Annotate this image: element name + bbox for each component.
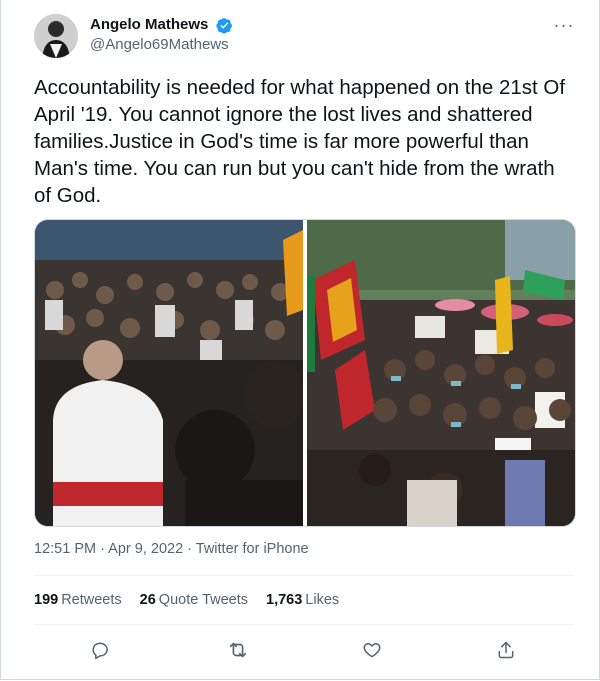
retweets-label: Retweets xyxy=(61,592,122,608)
tweet-stats: 199 Retweets 26 Quote Tweets 1,763 Likes xyxy=(34,592,339,608)
tweet-time[interactable]: 12:51 PM xyxy=(34,541,96,557)
tweet-meta: 12:51 PM · Apr 9, 2022 · Twitter for iPh… xyxy=(34,541,309,557)
share-icon[interactable] xyxy=(492,636,520,664)
verified-badge-icon xyxy=(216,17,233,34)
divider xyxy=(34,624,574,625)
display-name[interactable]: Angelo Mathews xyxy=(90,15,208,35)
like-icon[interactable] xyxy=(358,636,386,664)
more-icon[interactable]: ··· xyxy=(552,16,576,40)
retweets-stat[interactable]: 199 Retweets xyxy=(34,592,122,608)
tweet-media[interactable] xyxy=(34,219,576,527)
retweets-count: 199 xyxy=(34,592,59,608)
quote-tweets-stat[interactable]: 26 Quote Tweets xyxy=(140,592,248,608)
tweet-client[interactable]: Twitter for iPhone xyxy=(196,541,309,557)
author-block: Angelo Mathews @Angelo69Mathews xyxy=(90,15,233,55)
likes-stat[interactable]: 1,763 Likes xyxy=(266,592,339,608)
quote-tweets-label: Quote Tweets xyxy=(158,592,248,608)
tweet-text: Accountability is needed for what happen… xyxy=(34,76,570,207)
quote-tweets-count: 26 xyxy=(139,592,156,608)
likes-label: Likes xyxy=(305,592,340,608)
tweet-actions xyxy=(34,636,574,664)
meta-separator: · xyxy=(183,541,196,557)
tweet-date[interactable]: Apr 9, 2022 xyxy=(108,541,183,557)
tweet-header: Angelo Mathews @Angelo69Mathews ··· xyxy=(34,14,584,62)
divider xyxy=(34,575,574,576)
photo-left[interactable] xyxy=(35,220,305,526)
meta-separator: · xyxy=(96,541,109,557)
photo-right[interactable] xyxy=(307,220,575,526)
reply-icon[interactable] xyxy=(86,636,114,664)
handle[interactable]: @Angelo69Mathews xyxy=(90,35,233,55)
likes-count: 1,763 xyxy=(266,592,303,608)
retweet-icon[interactable] xyxy=(224,636,252,664)
avatar[interactable] xyxy=(34,14,78,58)
